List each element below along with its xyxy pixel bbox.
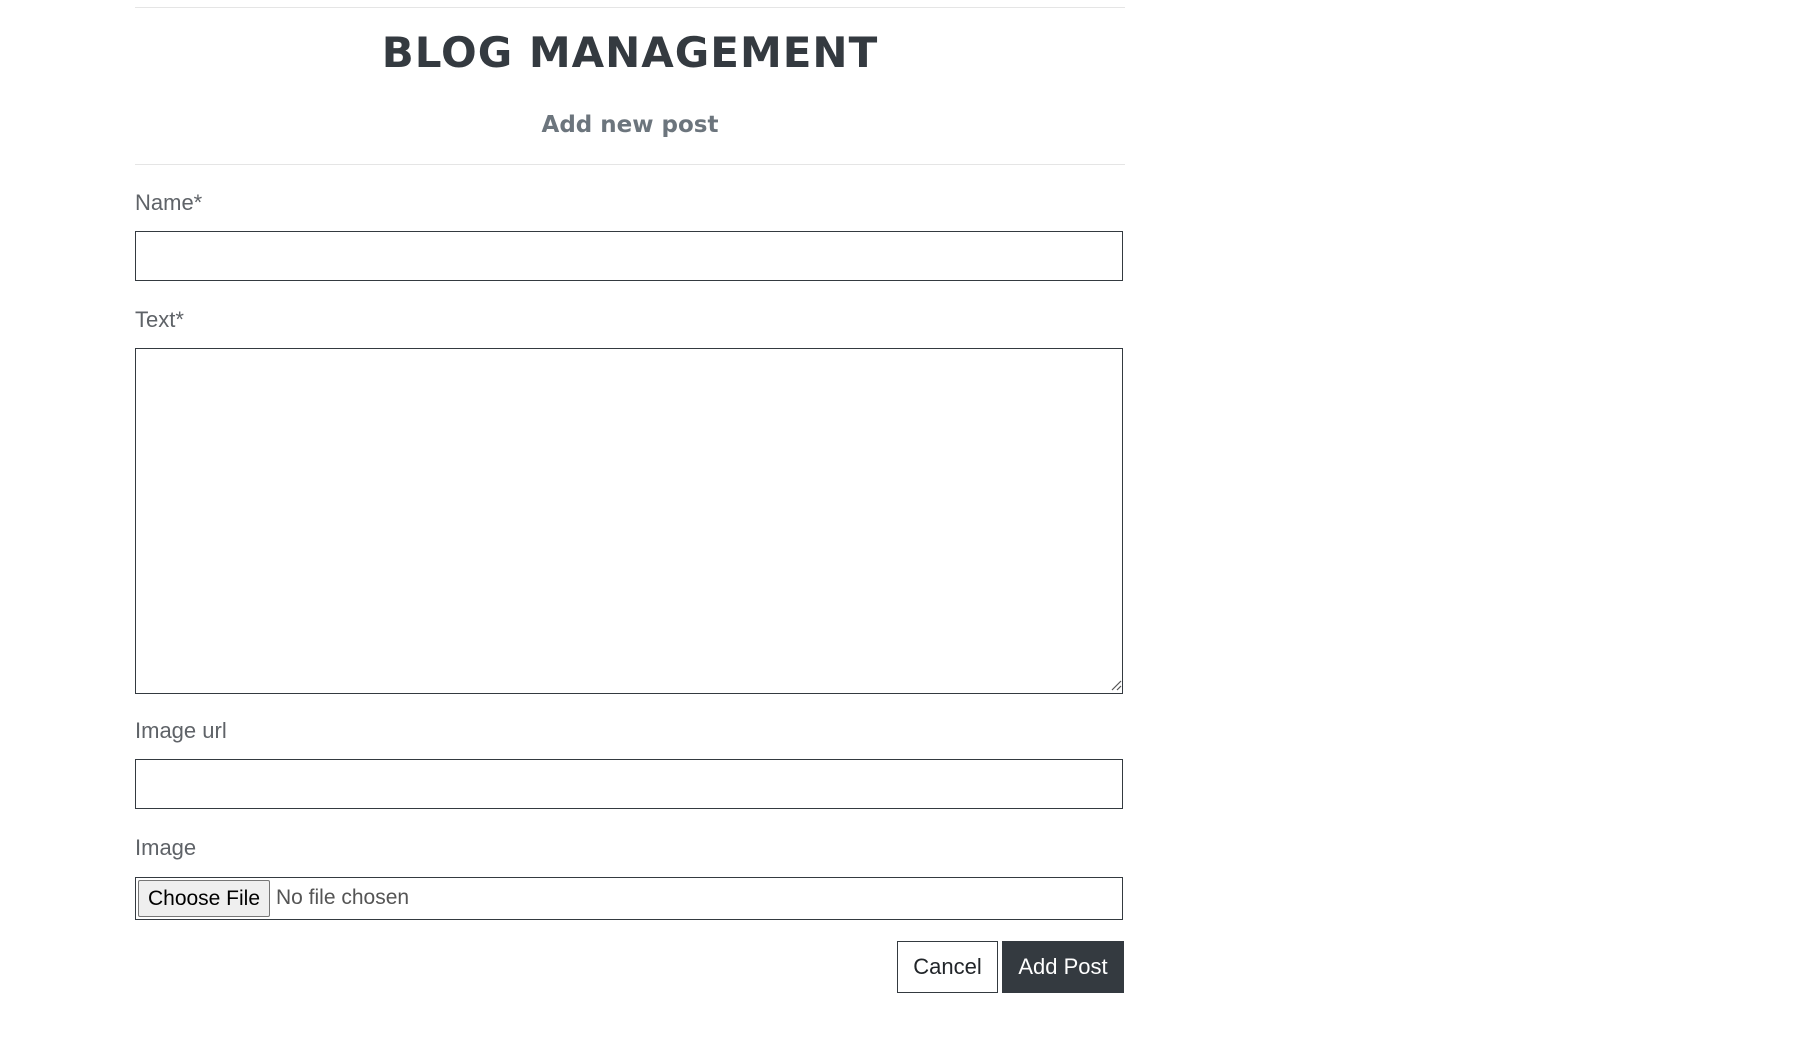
text-label: Text* xyxy=(135,307,184,332)
cancel-button[interactable]: Cancel xyxy=(897,941,998,993)
header-divider xyxy=(135,164,1125,165)
name-input[interactable] xyxy=(135,231,1123,281)
add-post-button[interactable]: Add Post xyxy=(1002,941,1124,993)
file-status-text: No file chosen xyxy=(276,886,410,909)
image-url-input[interactable] xyxy=(135,759,1123,809)
name-label: Name* xyxy=(135,190,203,215)
choose-file-button[interactable]: Choose File xyxy=(138,880,270,917)
image-url-label: Image url xyxy=(135,718,227,743)
page-subtitle: Add new post xyxy=(541,112,719,138)
text-textarea[interactable] xyxy=(135,348,1123,694)
top-divider xyxy=(135,7,1125,8)
image-label: Image xyxy=(135,835,197,860)
resize-grip-icon[interactable] xyxy=(1110,679,1122,691)
image-file-input[interactable]: Choose File No file chosen xyxy=(135,877,1123,920)
page-title: BLOG MANAGEMENT xyxy=(381,28,879,77)
